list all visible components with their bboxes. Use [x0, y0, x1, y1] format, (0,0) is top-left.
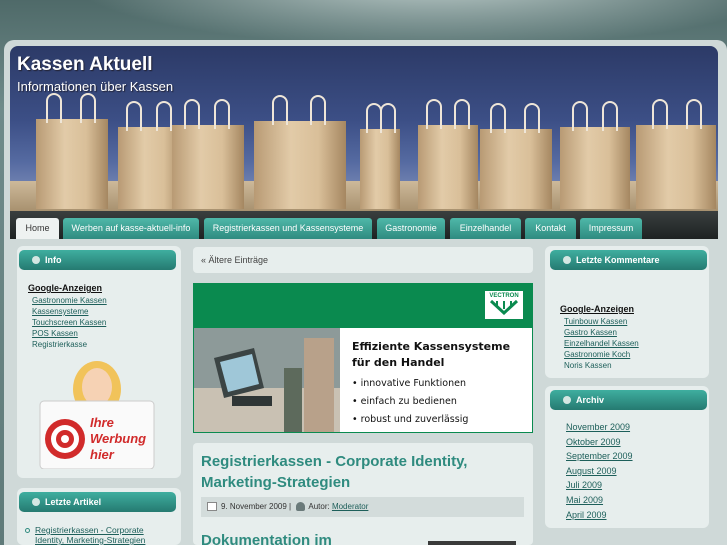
banner-bullet: • innovative Funktionen	[352, 378, 466, 389]
post-title-line2[interactable]: Marketing-Strategien	[201, 472, 350, 493]
nav-impressum[interactable]: Impressum	[580, 218, 642, 239]
next-post-title[interactable]: Dokumentation im	[201, 530, 332, 545]
ad-link[interactable]: Noris Kassen	[564, 361, 612, 370]
post-date: 9. November 2009 |	[221, 502, 292, 511]
banner-bullet: • robust und zuverlässig	[352, 414, 469, 425]
banner-top-strip	[194, 284, 532, 328]
ad-link[interactable]: Registrierkasse	[32, 340, 87, 349]
archive-heading-text: Archiv	[576, 395, 605, 405]
nav-registrierkassen[interactable]: Registrierkassen und Kassensysteme	[204, 218, 372, 239]
promo-line3: hier	[90, 447, 114, 462]
shopping-bag-image	[360, 103, 400, 209]
ad-link[interactable]: Kassensysteme	[32, 307, 88, 316]
older-entries-link[interactable]: « Ältere Einträge	[201, 255, 268, 265]
archive-month-link[interactable]: April 2009	[566, 510, 607, 520]
shopping-bag-image	[254, 95, 346, 209]
nav-home[interactable]: Home	[16, 218, 59, 239]
list-bullet-icon	[25, 528, 30, 533]
bullet-icon	[32, 498, 40, 506]
shopping-bag-image	[560, 101, 630, 209]
info-heading-text: Info	[45, 255, 62, 265]
archive-month-link[interactable]: Juli 2009	[566, 480, 602, 490]
ad-link[interactable]: Gastro Kassen	[564, 328, 617, 337]
banner-headline-2: für den Handel	[352, 356, 445, 369]
archive-month-link[interactable]: September 2009	[566, 451, 633, 461]
info-widget-heading: Info	[19, 250, 176, 270]
pos-terminal-image	[194, 328, 340, 432]
latest-articles-heading: Letzte Artikel	[19, 492, 176, 512]
author-label: Autor:	[308, 502, 330, 511]
promo-line1: Ihre	[90, 415, 114, 430]
shopping-bag-image	[418, 99, 478, 209]
promo-line2: Werbung	[90, 431, 147, 446]
advertise-here-promo[interactable]: Ihre Werbung hier	[38, 357, 156, 470]
archive-widget-heading: Archiv	[550, 390, 707, 410]
shopping-bag-image	[636, 99, 716, 209]
author-link[interactable]: Moderator	[332, 502, 368, 511]
comments-widget-heading: Letzte Kommentare	[550, 250, 707, 270]
bullet-icon	[563, 256, 571, 264]
archive-month-link[interactable]: August 2009	[566, 466, 617, 476]
comments-heading-text: Letzte Kommentare	[576, 255, 660, 265]
post-meta: 9. November 2009 | Autor: Moderator	[201, 497, 524, 517]
shopping-bag-image	[172, 99, 244, 209]
vectron-logo: VECTRON	[484, 290, 524, 320]
nav-einzelhandel[interactable]: Einzelhandel	[450, 218, 521, 239]
nav-gastronomie[interactable]: Gastronomie	[377, 218, 445, 239]
post-title-line1[interactable]: Registrierkassen - Corporate Identity,	[201, 451, 467, 472]
archive-month-link[interactable]: Oktober 2009	[566, 437, 621, 447]
bullet-icon	[563, 396, 571, 404]
vectron-ad-banner[interactable]: VECTRON Effiziente Kassensysteme für den…	[193, 283, 533, 433]
ad-link[interactable]: Touchscreen Kassen	[32, 318, 106, 327]
latest-article-link[interactable]: Registrierkassen - Corporate	[35, 525, 144, 535]
nav-kontakt[interactable]: Kontakt	[525, 218, 576, 239]
ad-link[interactable]: Einzelhandel Kassen	[564, 339, 639, 348]
banner-headline-1: Effiziente Kassensysteme	[352, 340, 511, 353]
archive-month-link[interactable]: Mai 2009	[566, 495, 603, 505]
shopping-bag-image	[36, 93, 108, 209]
site-description: Informationen über Kassen	[17, 79, 174, 94]
banner-bullet: • einfach zu bedienen	[352, 396, 457, 407]
archive-month-link[interactable]: November 2009	[566, 422, 630, 432]
post-thumbnail	[428, 541, 516, 545]
ad-link[interactable]: Tuinbouw Kassen	[564, 317, 627, 326]
site-title[interactable]: Kassen Aktuell	[17, 54, 153, 76]
ad-link[interactable]: POS Kassen	[32, 329, 78, 338]
author-icon	[296, 502, 306, 512]
latest-heading-text: Letzte Artikel	[45, 497, 102, 507]
pos-terminal-photo	[194, 328, 340, 432]
shopping-bag-image	[480, 103, 552, 209]
ad-link[interactable]: Gastronomie Koch	[564, 350, 630, 359]
google-ads-title[interactable]: Google-Anzeigen	[28, 283, 102, 293]
calendar-icon	[207, 502, 217, 512]
vectron-logo-icon	[489, 299, 519, 316]
bullet-icon	[32, 256, 40, 264]
google-ads-title[interactable]: Google-Anzeigen	[560, 304, 634, 314]
nav-werben[interactable]: Werben auf kasse-aktuell-info	[63, 218, 199, 239]
latest-article-link[interactable]: Identity, Marketing-Strategien	[35, 535, 145, 545]
ad-link[interactable]: Gastronomie Kassen	[32, 296, 107, 305]
